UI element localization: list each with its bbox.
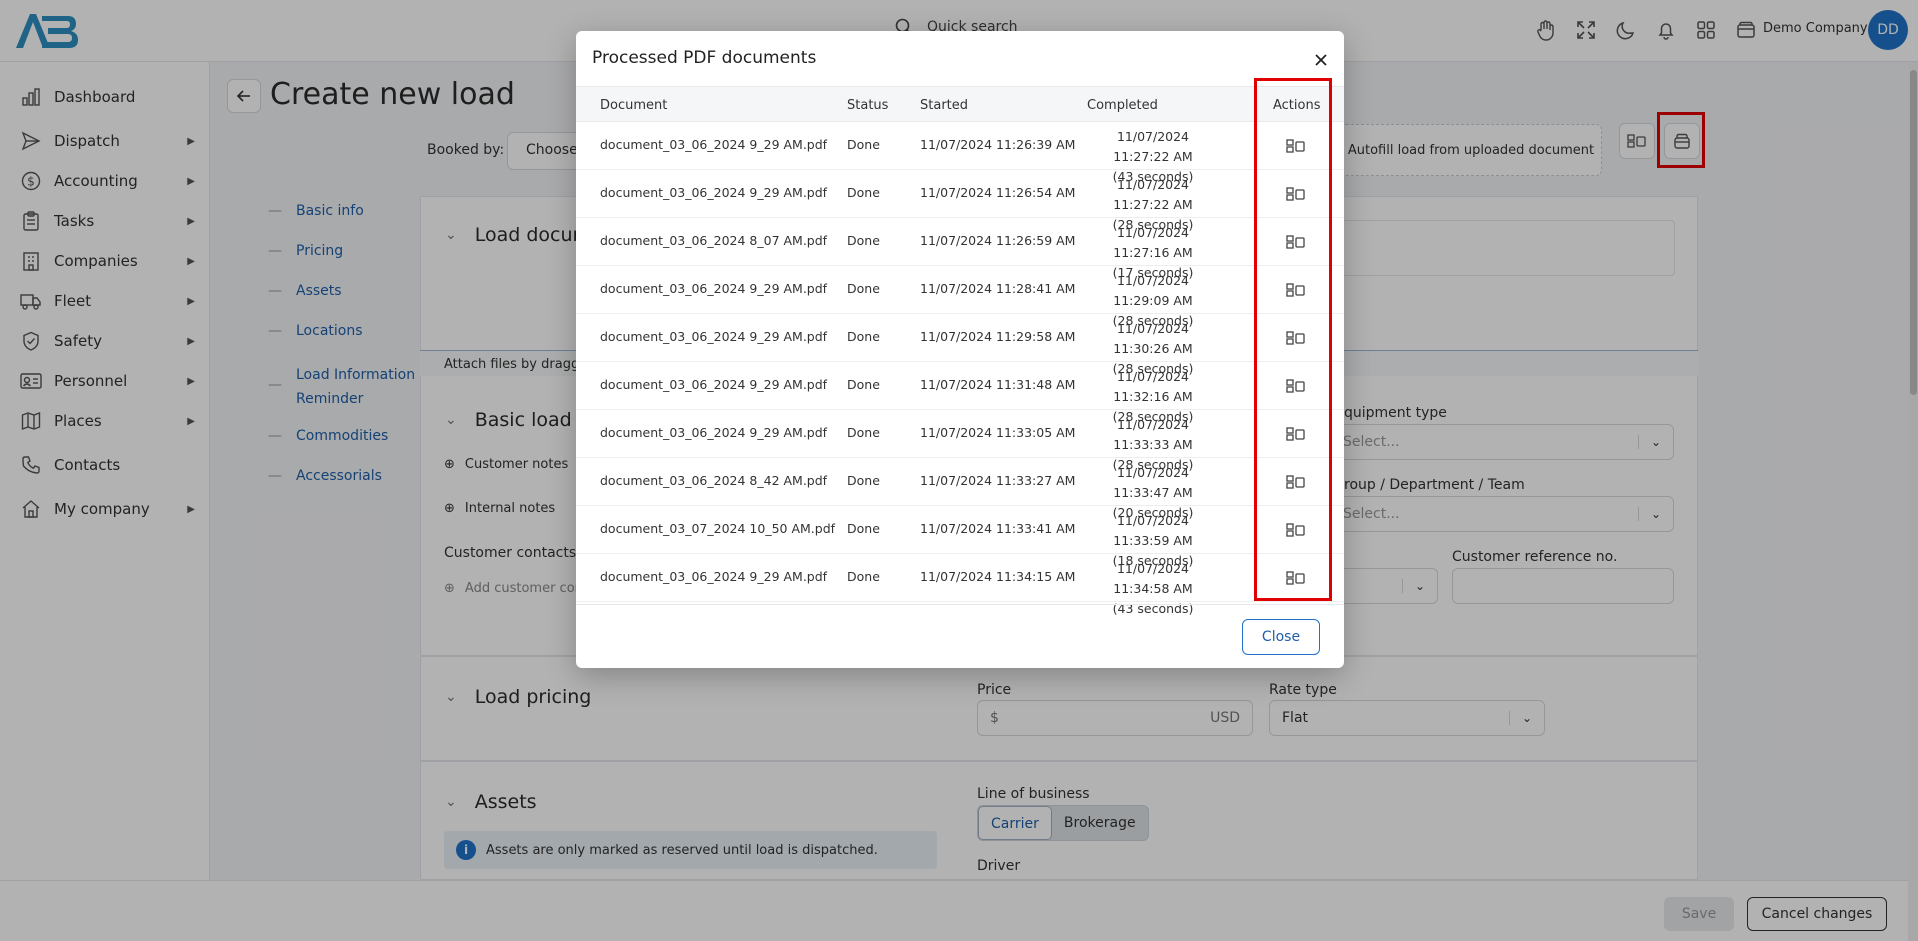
- table-row: document_03_07_2024 10_50 AM.pdf Done 11/0…: [576, 506, 1344, 568]
- table-row: document_03_06_2024 9_29 AM.pdf Done 11/07…: [576, 554, 1344, 616]
- status-value: Done: [847, 185, 880, 200]
- status-value: Done: [847, 137, 880, 152]
- modal-footer-divider: [576, 604, 1344, 605]
- actions-column-highlight: [1254, 78, 1332, 601]
- document-name: document_03_06_2024 9_29 AM.pdf: [600, 425, 828, 440]
- table-row: document_03_06_2024 8_42 AM.pdf Done 11/07…: [576, 458, 1344, 520]
- completed-time: 11/07/2024 11:34:58 AM (43 seconds): [1090, 559, 1216, 619]
- started-time: 11/07/2024 11:29:58 AM: [920, 329, 1076, 344]
- document-name: document_03_07_2024 10_50 AM.pdf: [600, 521, 836, 536]
- column-header-document: Document: [600, 98, 668, 113]
- document-name: document_03_06_2024 9_29 AM.pdf: [600, 185, 828, 200]
- document-name: document_03_06_2024 9_29 AM.pdf: [600, 329, 828, 344]
- document-name: document_03_06_2024 9_29 AM.pdf: [600, 281, 828, 296]
- started-time: 11/07/2024 11:34:15 AM: [920, 569, 1076, 584]
- status-value: Done: [847, 425, 880, 440]
- started-time: 11/07/2024 11:26:54 AM: [920, 185, 1076, 200]
- status-value: Done: [847, 233, 880, 248]
- close-button[interactable]: Close: [1242, 619, 1320, 655]
- started-time: 11/07/2024 11:26:59 AM: [920, 233, 1076, 248]
- table-row: document_03_06_2024 9_29 AM.pdf Done 11/07…: [576, 410, 1344, 472]
- started-time: 11/07/2024 11:33:41 AM: [920, 521, 1076, 536]
- column-header-status: Status: [847, 98, 889, 113]
- document-name: document_03_06_2024 9_29 AM.pdf: [600, 377, 828, 392]
- table-row: document_03_06_2024 9_29 AM.pdf Done 11/07…: [576, 314, 1344, 376]
- document-name: document_03_06_2024 9_29 AM.pdf: [600, 137, 828, 152]
- status-value: Done: [847, 569, 880, 584]
- close-icon[interactable]: [1309, 48, 1333, 72]
- started-time: 11/07/2024 11:33:27 AM: [920, 473, 1076, 488]
- table-row: document_03_06_2024 8_07 AM.pdf Done 11/07…: [576, 218, 1344, 280]
- status-value: Done: [847, 521, 880, 536]
- status-value: Done: [847, 281, 880, 296]
- column-header-started: Started: [920, 98, 969, 113]
- document-name: document_03_06_2024 8_42 AM.pdf: [600, 473, 828, 488]
- modal-title: Processed PDF documents: [592, 48, 817, 68]
- started-time: 11/07/2024 11:28:41 AM: [920, 281, 1076, 296]
- document-name: document_03_06_2024 9_29 AM.pdf: [600, 569, 828, 584]
- document-name: document_03_06_2024 8_07 AM.pdf: [600, 233, 828, 248]
- started-time: 11/07/2024 11:33:05 AM: [920, 425, 1076, 440]
- table-row: document_03_06_2024 9_29 AM.pdf Done 11/07…: [576, 170, 1344, 232]
- table-row: document_03_06_2024 9_29 AM.pdf Done 11/07…: [576, 122, 1344, 184]
- column-header-completed: Completed: [1087, 98, 1158, 113]
- status-value: Done: [847, 473, 880, 488]
- table-header: Document Status Started Completed Action…: [576, 86, 1344, 122]
- table-row: document_03_06_2024 9_29 AM.pdf Done 11/07…: [576, 362, 1344, 424]
- duration: (43 seconds): [1112, 601, 1194, 616]
- started-time: 11/07/2024 11:26:39 AM: [920, 137, 1076, 152]
- processed-documents-modal: Processed PDF documents Document Status …: [576, 31, 1344, 668]
- status-value: Done: [847, 377, 880, 392]
- started-time: 11/07/2024 11:31:48 AM: [920, 377, 1076, 392]
- status-value: Done: [847, 329, 880, 344]
- table-row: document_03_06_2024 9_29 AM.pdf Done 11/07…: [576, 266, 1344, 328]
